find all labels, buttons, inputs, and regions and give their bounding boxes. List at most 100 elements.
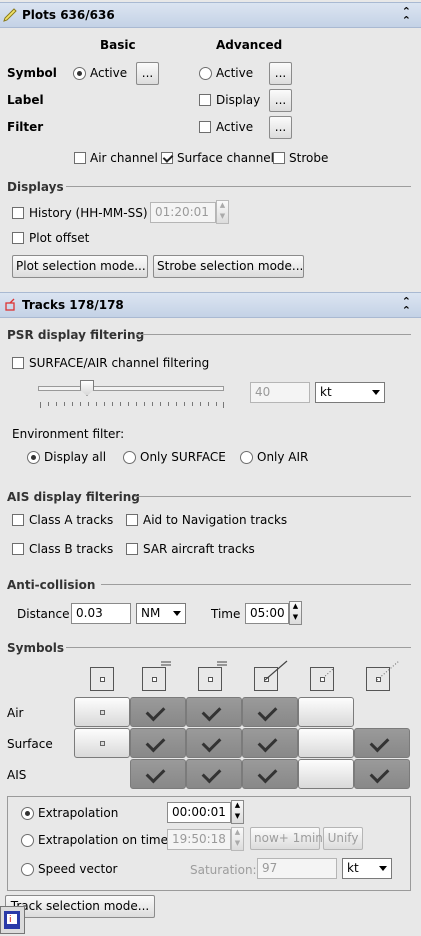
checkmark-icon bbox=[201, 763, 222, 784]
sar-aircraft-label: SAR aircraft tracks bbox=[143, 542, 255, 556]
environment-filter-label: Environment filter: bbox=[12, 427, 125, 441]
basic-symbol-active-radio[interactable] bbox=[73, 67, 86, 80]
tracks-section-header[interactable]: Tracks 178/178 ⌃ ⌃ bbox=[0, 292, 421, 318]
checkmark-icon bbox=[145, 763, 166, 784]
env-only-surface-radio[interactable] bbox=[123, 451, 136, 464]
advanced-symbol-ellipsis-button[interactable]: ... bbox=[269, 62, 292, 85]
time-field[interactable]: 05:00 bbox=[245, 603, 289, 624]
now-plus-1min-button[interactable]: now+ 1min bbox=[250, 827, 323, 850]
extrapolation-on-time-spinner[interactable]: ▲ ▼ bbox=[231, 827, 244, 851]
advanced-label-display-checkbox[interactable] bbox=[199, 94, 211, 106]
symbol-toggle-air-1[interactable] bbox=[74, 697, 130, 727]
distance-unit-select[interactable]: NM bbox=[136, 603, 186, 624]
env-only-air-radio[interactable] bbox=[240, 451, 253, 464]
plot-square-icon bbox=[90, 667, 114, 691]
saturation-unit-value: kt bbox=[347, 861, 359, 875]
checkmark-icon bbox=[369, 732, 390, 753]
plots-section-header[interactable]: Plots 636/636 ⌃ ⌃ bbox=[0, 2, 421, 28]
chevron-down-icon bbox=[372, 390, 380, 395]
app-taskbar-icon[interactable]: i bbox=[0, 906, 25, 934]
ais-separator bbox=[134, 496, 411, 497]
tracks-icon bbox=[5, 298, 15, 311]
history-time-field[interactable]: 01:20:01 bbox=[150, 202, 216, 223]
saturation-field[interactable]: 97 bbox=[257, 858, 337, 879]
symbol-toggle-ais-5[interactable] bbox=[298, 759, 354, 789]
strobe-selection-mode-button[interactable]: Strobe selection mode... bbox=[153, 255, 304, 278]
distance-field[interactable]: 0.03 bbox=[71, 603, 131, 624]
symbol-toggle-surface-3[interactable] bbox=[186, 728, 242, 758]
strobe-checkbox[interactable] bbox=[273, 152, 285, 164]
symbol-row-label: Symbol bbox=[7, 66, 57, 80]
advanced-label-display-label: Display bbox=[216, 93, 261, 107]
plot-selection-mode-button[interactable]: Plot selection mode... bbox=[12, 255, 148, 278]
surface-air-filtering-checkbox[interactable] bbox=[12, 357, 24, 369]
symbol-toggle-air-3[interactable] bbox=[186, 697, 242, 727]
extrapolation-on-time-label: Extrapolation on time bbox=[38, 833, 168, 847]
saturation-unit-select[interactable]: kt bbox=[342, 858, 392, 879]
basic-symbol-ellipsis-button[interactable]: ... bbox=[136, 62, 159, 85]
extrapolation-time-field[interactable]: 00:00:01 bbox=[167, 802, 231, 823]
symbol-toggle-surface-4[interactable] bbox=[242, 728, 298, 758]
symbol-toggle-ais-4[interactable] bbox=[242, 759, 298, 789]
extrapolated-history-icon bbox=[366, 660, 400, 691]
speed-vector-radio[interactable] bbox=[21, 863, 34, 876]
symbol-toggle-ais-3[interactable] bbox=[186, 759, 242, 789]
grid-row-ais-label: AIS bbox=[7, 768, 27, 782]
label-row-label: Label bbox=[7, 93, 44, 107]
symbol-toggle-surface-6[interactable] bbox=[354, 728, 410, 758]
symbol-toggle-air-4[interactable] bbox=[242, 697, 298, 727]
history-spinner[interactable]: ▲ ▼ bbox=[216, 200, 229, 224]
symbol-toggle-air-5[interactable] bbox=[298, 697, 354, 727]
speed-unit-select[interactable]: kt bbox=[315, 382, 385, 403]
aid-navigation-checkbox[interactable] bbox=[126, 514, 138, 526]
env-only-surface-label: Only SURFACE bbox=[140, 450, 226, 464]
class-b-label: Class B tracks bbox=[29, 542, 114, 556]
speed-slider-thumb[interactable] bbox=[80, 380, 94, 396]
ais-filtering-title: AIS display filtering bbox=[7, 490, 140, 504]
advanced-symbol-active-radio[interactable] bbox=[199, 67, 212, 80]
symbol-toggle-surface-1[interactable] bbox=[74, 728, 130, 758]
extrapolation-radio[interactable] bbox=[21, 807, 34, 820]
tracks-title: Tracks 178/178 bbox=[22, 298, 124, 312]
symbol-toggle-ais-2[interactable] bbox=[130, 759, 186, 789]
app-logo-icon: i bbox=[4, 911, 20, 929]
extrapolation-on-time-field[interactable]: 19:50:18 bbox=[167, 829, 231, 850]
svg-text:i: i bbox=[9, 915, 12, 925]
checkmark-icon bbox=[145, 701, 166, 722]
time-label: Time bbox=[211, 607, 241, 621]
time-spinner[interactable]: ▲ ▼ bbox=[289, 601, 302, 625]
unify-button[interactable]: Unify bbox=[323, 827, 363, 850]
env-display-all-radio[interactable] bbox=[27, 451, 40, 464]
advanced-label-ellipsis-button[interactable]: ... bbox=[269, 89, 292, 112]
advanced-filter-active-checkbox[interactable] bbox=[199, 121, 211, 133]
class-a-checkbox[interactable] bbox=[12, 514, 24, 526]
class-b-checkbox[interactable] bbox=[12, 543, 24, 555]
track-label-alt-icon bbox=[198, 661, 227, 691]
checkmark-icon bbox=[257, 732, 278, 753]
basic-column-heading: Basic bbox=[100, 38, 136, 52]
plots-pencil-icon bbox=[3, 8, 17, 22]
plot-offset-checkbox[interactable] bbox=[12, 232, 24, 244]
advanced-symbol-active-label: Active bbox=[216, 66, 254, 80]
collapse-tracks-icon[interactable]: ⌃ ⌃ bbox=[402, 296, 411, 316]
speed-slider-track[interactable] bbox=[38, 386, 224, 391]
displays-group-title: Displays bbox=[7, 180, 64, 194]
symbol-toggle-surface-2[interactable] bbox=[130, 728, 186, 758]
plot-dot-icon bbox=[100, 741, 105, 746]
symbol-toggle-air-2[interactable] bbox=[130, 697, 186, 727]
track-selection-mode-button[interactable]: Track selection mode... bbox=[5, 895, 155, 918]
advanced-filter-ellipsis-button[interactable]: ... bbox=[269, 116, 292, 139]
air-channel-checkbox[interactable] bbox=[74, 152, 86, 164]
speed-threshold-field[interactable]: 40 bbox=[250, 382, 310, 403]
basic-symbol-active-label: Active bbox=[90, 66, 128, 80]
chevron-down-icon bbox=[379, 866, 387, 871]
symbols-separator bbox=[66, 647, 411, 648]
sar-aircraft-checkbox[interactable] bbox=[126, 543, 138, 555]
surface-channel-checkbox[interactable] bbox=[161, 152, 173, 164]
collapse-plots-icon[interactable]: ⌃ ⌃ bbox=[402, 6, 411, 26]
extrapolation-on-time-radio[interactable] bbox=[21, 834, 34, 847]
extrapolation-spinner[interactable]: ▲ ▼ bbox=[231, 800, 244, 824]
history-checkbox[interactable] bbox=[12, 207, 24, 219]
symbol-toggle-surface-5[interactable] bbox=[298, 728, 354, 758]
symbol-toggle-ais-6[interactable] bbox=[354, 759, 410, 789]
